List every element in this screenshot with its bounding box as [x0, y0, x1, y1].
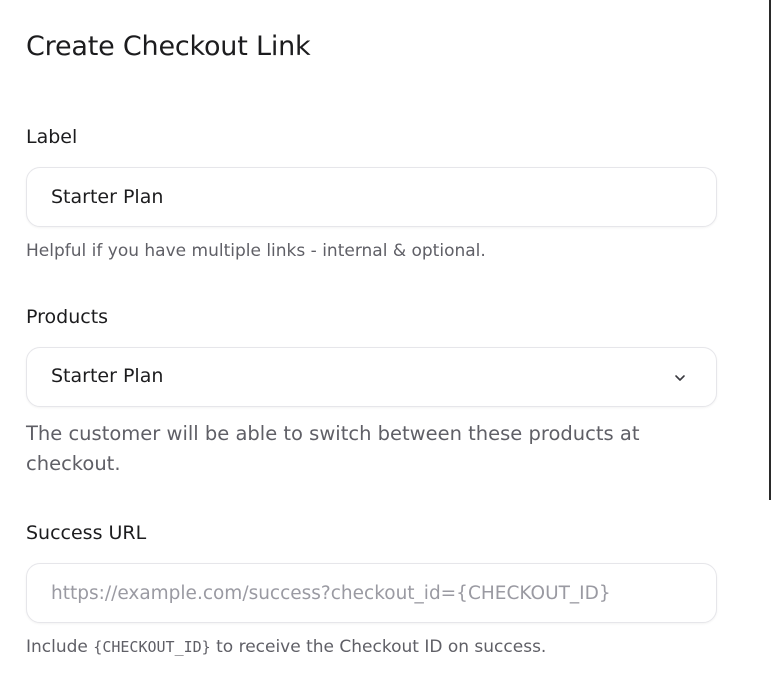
create-checkout-link-panel: Create Checkout Link Label Helpful if yo… — [0, 0, 771, 685]
label-field-label: Label — [26, 126, 78, 148]
label-input[interactable] — [27, 168, 716, 226]
products-select-value: Starter Plan — [51, 365, 164, 387]
success-url-field-label: Success URL — [26, 522, 147, 544]
success-url-help-prefix: Include — [26, 637, 94, 657]
products-select[interactable]: Starter Plan — [26, 347, 717, 407]
products-help-text: The customer will be able to switch betw… — [26, 422, 640, 475]
success-url-help-suffix: to receive the Checkout ID on success. — [210, 637, 547, 657]
success-url-input-wrapper — [26, 563, 717, 623]
label-help-text: Helpful if you have multiple links - int… — [26, 241, 486, 261]
label-input-wrapper — [26, 167, 717, 227]
checkout-id-code: {CHECKOUT_ID} — [93, 638, 211, 656]
chevron-down-icon — [675, 375, 685, 381]
products-field-label: Products — [26, 306, 109, 328]
success-url-input[interactable] — [27, 564, 716, 622]
success-url-help-text: Include {CHECKOUT_ID} to receive the Che… — [26, 637, 546, 657]
page-title: Create Checkout Link — [26, 31, 311, 62]
